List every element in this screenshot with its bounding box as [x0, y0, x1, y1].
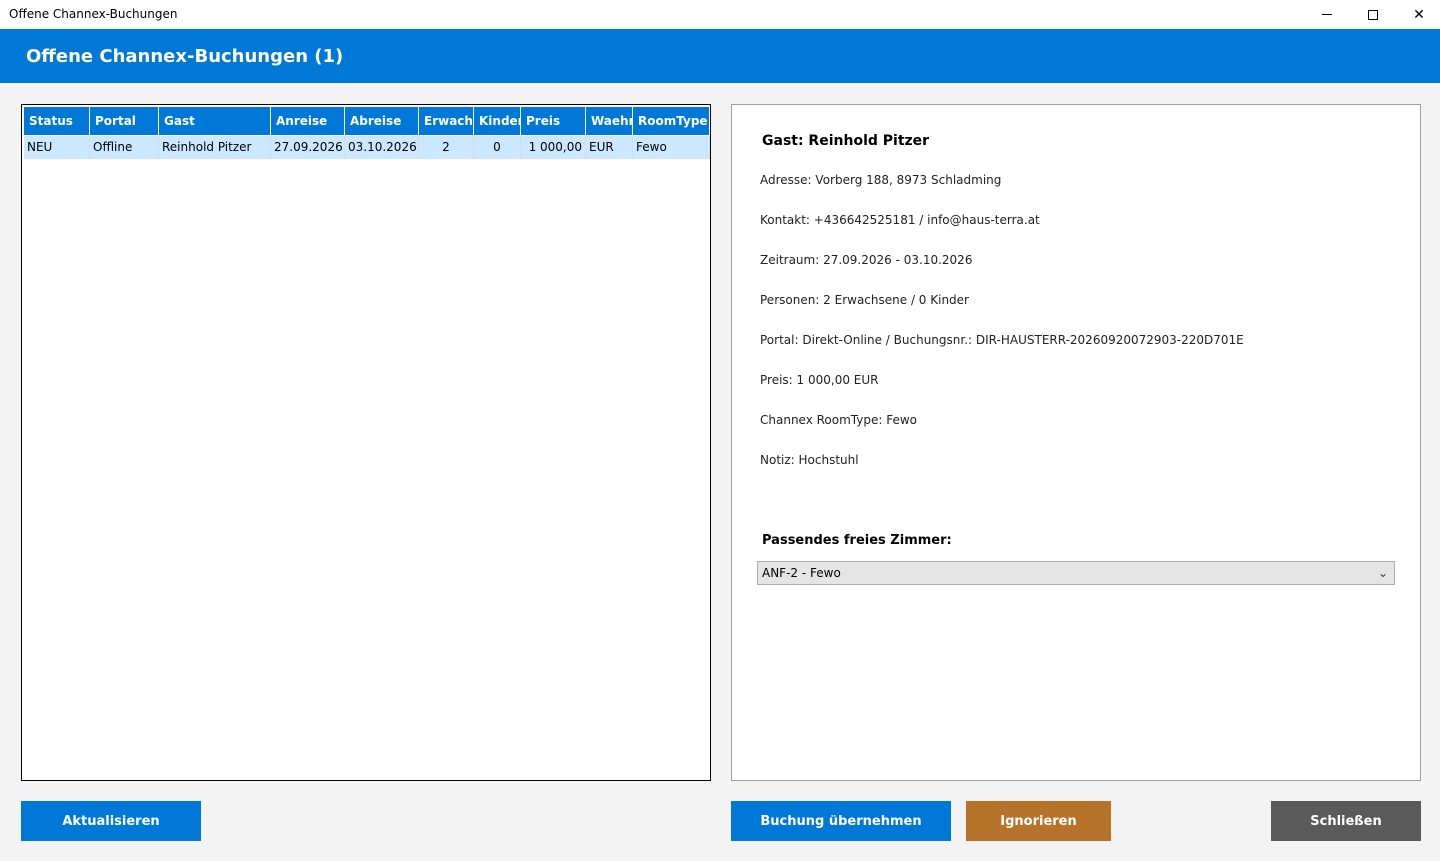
- column-header-kinder[interactable]: Kinder: [474, 107, 521, 135]
- detail-price: Preis: 1 000,00 EUR: [760, 373, 879, 387]
- page-title: Offene Channex-Buchungen (1): [26, 46, 344, 67]
- booking-detail-panel: Gast: Reinhold Pitzer Adresse: Vorberg 1…: [731, 104, 1421, 781]
- column-header-portal[interactable]: Portal: [90, 107, 159, 135]
- cell-portal: Offline: [90, 136, 159, 159]
- column-header-waehr[interactable]: Waehr: [586, 107, 633, 135]
- column-header-anreise[interactable]: Anreise: [271, 107, 345, 135]
- bookings-grid[interactable]: Status Portal Gast Anreise Abreise Erwac…: [21, 104, 711, 781]
- ignore-button[interactable]: Ignorieren: [966, 801, 1111, 841]
- cell-waehr: EUR: [586, 136, 633, 159]
- detail-period: Zeitraum: 27.09.2026 - 03.10.2026: [760, 253, 973, 267]
- close-button[interactable]: Schließen: [1271, 801, 1421, 841]
- cell-erwachsene: 2: [419, 136, 474, 159]
- page-header: Offene Channex-Buchungen (1): [0, 29, 1440, 83]
- room-select[interactable]: ANF-2 - Fewo ⌄: [757, 561, 1395, 585]
- column-header-preis[interactable]: Preis: [521, 107, 586, 135]
- detail-persons: Personen: 2 Erwachsene / 0 Kinder: [760, 293, 969, 307]
- detail-portal: Portal: Direkt-Online / Buchungsnr.: DIR…: [760, 333, 1244, 347]
- minimize-icon: [1322, 14, 1332, 15]
- window-title: Offene Channex-Buchungen: [9, 7, 178, 21]
- room-select-label: Passendes freies Zimmer:: [762, 533, 952, 548]
- detail-roomtype: Channex RoomType: Fewo: [760, 413, 918, 427]
- cell-anreise: 27.09.2026: [271, 136, 345, 159]
- refresh-button[interactable]: Aktualisieren: [21, 801, 201, 841]
- detail-contact: Kontakt: +436642525181 / info@haus-terra…: [760, 213, 1040, 227]
- close-window-button[interactable]: ✕: [1396, 0, 1440, 29]
- minimize-button[interactable]: [1304, 0, 1350, 29]
- cell-preis: 1 000,00: [521, 136, 586, 159]
- close-icon: ✕: [1413, 6, 1425, 23]
- cell-abreise: 03.10.2026: [345, 136, 419, 159]
- column-header-status[interactable]: Status: [24, 107, 90, 135]
- detail-guest: Gast: Reinhold Pitzer: [762, 133, 930, 149]
- column-header-erwachsene[interactable]: Erwachsene: [419, 107, 474, 135]
- cell-gast: Reinhold Pitzer: [159, 136, 271, 159]
- window-titlebar: Offene Channex-Buchungen ✕: [0, 0, 1440, 29]
- table-row[interactable]: NEU Offline Reinhold Pitzer 27.09.2026 0…: [24, 136, 710, 159]
- maximize-icon: [1368, 9, 1378, 20]
- cell-status: NEU: [24, 136, 90, 159]
- maximize-button[interactable]: [1350, 0, 1396, 29]
- grid-header-row: Status Portal Gast Anreise Abreise Erwac…: [24, 107, 710, 135]
- column-header-gast[interactable]: Gast: [159, 107, 271, 135]
- chevron-down-icon: ⌄: [1377, 566, 1388, 580]
- cell-roomtype: Fewo: [633, 136, 710, 159]
- cell-kinder: 0: [474, 136, 521, 159]
- column-header-abreise[interactable]: Abreise: [345, 107, 419, 135]
- detail-note: Notiz: Hochstuhl: [760, 453, 859, 467]
- column-header-roomtype[interactable]: RoomType: [633, 107, 710, 135]
- detail-address: Adresse: Vorberg 188, 8973 Schladming: [760, 173, 1002, 187]
- accept-booking-button[interactable]: Buchung übernehmen: [731, 801, 951, 841]
- room-select-value: ANF-2 - Fewo: [762, 566, 841, 580]
